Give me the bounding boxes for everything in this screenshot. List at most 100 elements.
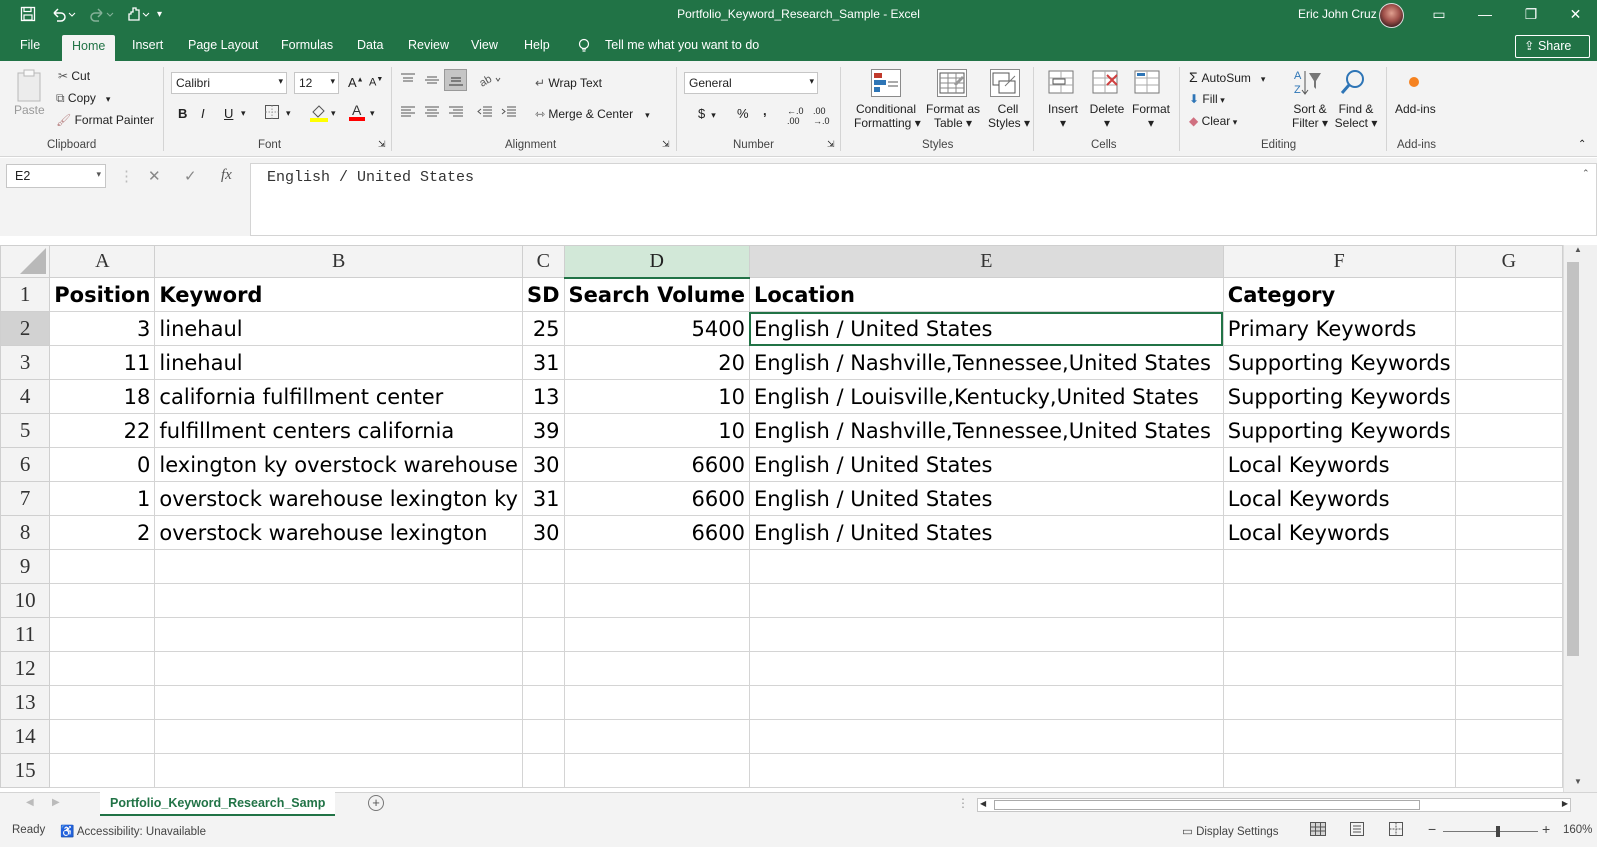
cell[interactable] <box>563 583 750 618</box>
cell-header-search-volume[interactable]: Search Volume <box>563 277 750 312</box>
row-header[interactable]: 14 <box>0 719 51 754</box>
cell[interactable]: 22 <box>49 413 156 448</box>
tab-data[interactable]: Data <box>357 38 383 52</box>
row-header[interactable]: 6 <box>0 447 51 482</box>
insert-cells-icon[interactable] <box>1047 69 1077 100</box>
cell[interactable] <box>1222 651 1456 686</box>
cell[interactable]: English / United States <box>748 481 1224 516</box>
spreadsheet-grid[interactable]: A B C D E F G 1 Position Keyword SD Sear… <box>0 245 1563 792</box>
cell[interactable]: 13 <box>521 379 565 414</box>
cell[interactable] <box>563 549 750 584</box>
cell[interactable] <box>748 685 1224 720</box>
cell[interactable]: Local Keywords <box>1222 515 1456 550</box>
delete-button[interactable]: Delete ▾ <box>1089 102 1125 130</box>
cell[interactable]: 6600 <box>563 515 750 550</box>
avatar[interactable] <box>1379 3 1404 28</box>
cell[interactable] <box>1454 277 1563 312</box>
user-name[interactable]: Eric John Cruz <box>1298 7 1377 21</box>
ribbon-display-icon[interactable]: ▭ <box>1416 0 1462 31</box>
paste-icon[interactable] <box>16 69 42 106</box>
cell[interactable]: 11 <box>49 345 156 380</box>
cell[interactable]: 10 <box>563 379 750 414</box>
cell[interactable]: 3 <box>49 311 156 346</box>
page-break-view-icon[interactable] <box>1389 822 1403 839</box>
cell[interactable]: Primary Keywords <box>1222 311 1456 346</box>
row-header[interactable]: 15 <box>0 753 51 788</box>
dialog-launcher-icon[interactable]: ⇲ <box>827 139 835 150</box>
cell[interactable]: Local Keywords <box>1222 481 1456 516</box>
format-as-table-icon[interactable] <box>937 69 967 97</box>
cell[interactable] <box>748 583 1224 618</box>
percent-button[interactable]: % <box>737 106 749 121</box>
cell[interactable]: Supporting Keywords <box>1222 379 1456 414</box>
cell[interactable] <box>49 583 156 618</box>
close-icon[interactable]: ✕ <box>1554 0 1597 31</box>
cell[interactable] <box>748 617 1224 652</box>
sheet-tab[interactable]: Portfolio_Keyword_Research_Samp <box>100 792 336 817</box>
column-header-e[interactable]: E <box>748 245 1224 278</box>
cell[interactable] <box>1222 685 1456 720</box>
font-color-icon[interactable]: A <box>348 102 366 125</box>
cell[interactable]: 10 <box>563 413 750 448</box>
cell[interactable] <box>1455 413 1563 448</box>
cancel-icon[interactable]: ✕ <box>148 167 161 185</box>
row-header[interactable]: 12 <box>0 651 51 686</box>
cell[interactable] <box>563 651 750 686</box>
cell[interactable] <box>1222 549 1456 584</box>
tab-formulas[interactable]: Formulas <box>281 38 333 52</box>
cell[interactable]: linehaul <box>154 345 523 380</box>
align-top-icon[interactable] <box>400 73 416 90</box>
tab-help[interactable]: Help <box>524 38 550 52</box>
insert-button[interactable]: Insert ▾ <box>1047 102 1079 130</box>
cell[interactable]: 20 <box>563 345 750 380</box>
cell[interactable]: Local Keywords <box>1222 447 1456 482</box>
clear-button[interactable]: ◆ Clear ▾ <box>1189 114 1237 128</box>
cell[interactable] <box>521 651 565 686</box>
align-left-icon[interactable] <box>400 105 416 122</box>
grow-font-icon[interactable]: A▲ <box>348 75 364 90</box>
chevron-down-icon[interactable]: ▾ <box>241 108 246 119</box>
increase-indent-icon[interactable] <box>501 105 517 122</box>
underline-button[interactable]: U <box>224 106 233 121</box>
cell[interactable]: lexington ky overstock warehouse <box>154 447 523 482</box>
cell[interactable] <box>748 549 1224 584</box>
cell[interactable]: 0 <box>49 447 156 482</box>
format-painter-button[interactable]: 🖌 Format Painter <box>56 113 154 127</box>
cell[interactable] <box>1222 617 1456 652</box>
zoom-level[interactable]: 160% <box>1563 824 1592 836</box>
decrease-decimal-icon[interactable]: .00 →.0 <box>813 106 830 126</box>
cell[interactable] <box>49 617 156 652</box>
cell[interactable]: 31 <box>521 345 565 380</box>
cell[interactable]: california fulfillment center <box>154 379 523 414</box>
cell[interactable] <box>748 719 1224 754</box>
column-header-a[interactable]: A <box>49 245 156 278</box>
active-cell[interactable]: English / United States <box>748 311 1224 346</box>
align-middle-icon[interactable] <box>424 73 440 90</box>
lightbulb-icon[interactable] <box>578 38 590 57</box>
add-sheet-icon[interactable]: + <box>368 795 384 811</box>
font-name-select[interactable]: Calibri ▾ <box>171 72 287 94</box>
cell[interactable] <box>154 583 523 618</box>
scroll-left-icon[interactable]: ◀ <box>980 799 986 808</box>
cell-header-position[interactable]: Position <box>49 277 156 312</box>
bold-button[interactable]: B <box>178 106 187 121</box>
maximize-icon[interactable]: ❐ <box>1508 0 1554 31</box>
cell[interactable]: 39 <box>521 413 565 448</box>
normal-view-icon[interactable] <box>1310 822 1326 839</box>
conditional-formatting-icon[interactable] <box>871 69 901 97</box>
row-header[interactable]: 10 <box>0 583 51 618</box>
row-header[interactable]: 7 <box>0 481 51 516</box>
cell[interactable]: 5400 <box>563 311 750 346</box>
font-size-select[interactable]: 12 ▾ <box>294 72 339 94</box>
cell[interactable]: 2 <box>49 515 156 550</box>
orientation-icon[interactable]: ab <box>477 71 502 90</box>
cell-styles-button[interactable]: Cell Styles ▾ <box>988 102 1030 130</box>
delete-cells-icon[interactable] <box>1091 69 1121 100</box>
cell[interactable]: 18 <box>49 379 156 414</box>
align-right-icon[interactable] <box>448 105 464 122</box>
row-header[interactable]: 11 <box>0 617 51 652</box>
row-header[interactable]: 1 <box>0 277 51 312</box>
horizontal-scroll-thumb[interactable] <box>994 800 1420 810</box>
minimize-icon[interactable]: — <box>1462 0 1508 31</box>
zoom-out-icon[interactable]: − <box>1428 821 1436 837</box>
